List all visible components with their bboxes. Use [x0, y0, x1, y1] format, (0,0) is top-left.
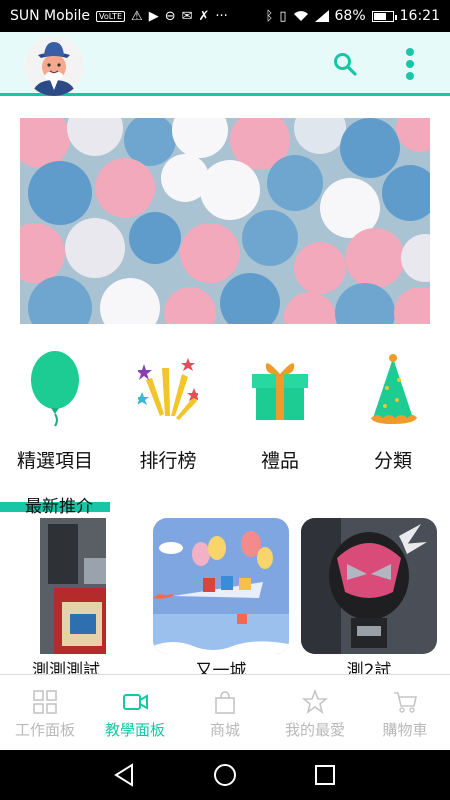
category-featured[interactable]: 精選項目 [5, 350, 105, 474]
category-gifts[interactable]: 禮品 [230, 350, 330, 474]
status-bar: SUN Mobile VoLTE ⚠ ▶ ⊖ ✉ ✗ ··· ᛒ ▯ 68% 1… [0, 0, 450, 32]
product-card[interactable]: 又一城 [153, 518, 289, 681]
system-navigation-bar [0, 750, 450, 800]
back-icon[interactable] [112, 762, 138, 788]
missed-call-icon: ✗ [198, 8, 210, 24]
nav-dashboard[interactable]: 工作面板 [0, 675, 90, 750]
more-notifications-icon: ··· [215, 8, 228, 24]
gift-icon [252, 363, 308, 420]
play-icon: ▶ [148, 8, 159, 24]
nav-cart[interactable]: 購物車 [360, 675, 450, 750]
section-title: 最新推介 [25, 497, 93, 517]
mail-icon: ✉ [181, 8, 193, 24]
product-image [0, 518, 132, 654]
nav-label: 我的最愛 [284, 721, 345, 739]
star-icon [302, 689, 328, 714]
recents-icon[interactable] [312, 762, 338, 788]
battery-icon [371, 10, 397, 22]
product-card[interactable]: 測2試 [301, 518, 437, 681]
app-bar [0, 32, 450, 96]
home-icon[interactable] [212, 762, 238, 788]
battery-percent: 68% [334, 8, 366, 24]
category-label: 分類 [373, 450, 412, 472]
search-icon [334, 53, 357, 76]
warning-icon: ⚠ [131, 8, 143, 24]
search-button[interactable] [330, 49, 360, 79]
product-image [301, 518, 437, 654]
category-label: 精選項目 [16, 450, 93, 472]
vibrate-icon: ▯ [279, 8, 287, 24]
shopping-bag-icon [215, 691, 235, 714]
section-header: 最新推介 [0, 492, 110, 517]
nav-label: 工作面板 [14, 721, 75, 739]
nav-label: 商城 [209, 721, 240, 739]
bluetooth-icon: ᛒ [265, 8, 274, 24]
nav-favorites[interactable]: 我的最愛 [270, 675, 360, 750]
product-card[interactable]: 測測測試 [0, 518, 132, 681]
volte-badge: VoLTE [95, 10, 126, 22]
category-categories[interactable]: 分類 [343, 350, 443, 474]
carrier-name: SUN Mobile [10, 8, 90, 24]
fireworks-icon [138, 358, 198, 420]
signal-icon [314, 10, 329, 22]
nav-label: 教學面板 [104, 721, 165, 739]
nav-teaching[interactable]: 教學面板 [90, 675, 180, 750]
video-icon [123, 694, 148, 710]
banner-image[interactable] [20, 118, 430, 324]
dashboard-icon [33, 690, 57, 714]
more-menu-button[interactable] [400, 46, 420, 82]
nav-shop[interactable]: 商城 [180, 675, 270, 750]
category-label: 排行榜 [139, 450, 197, 472]
party-hat-icon [371, 354, 417, 424]
category-ranking[interactable]: 排行榜 [118, 350, 218, 474]
more-vert-icon [406, 48, 414, 80]
clock: 16:21 [399, 8, 440, 24]
balloon-icon [31, 351, 79, 427]
cart-icon [394, 692, 417, 713]
wifi-icon [293, 11, 308, 21]
sync-icon: ⊖ [164, 8, 176, 24]
avatar[interactable] [24, 36, 84, 96]
nav-label: 購物車 [382, 721, 428, 739]
category-label: 禮品 [260, 450, 299, 472]
product-image [153, 518, 289, 654]
bottom-navigation: 工作面板 教學面板 商城 我的最愛 購物車 [0, 674, 450, 750]
